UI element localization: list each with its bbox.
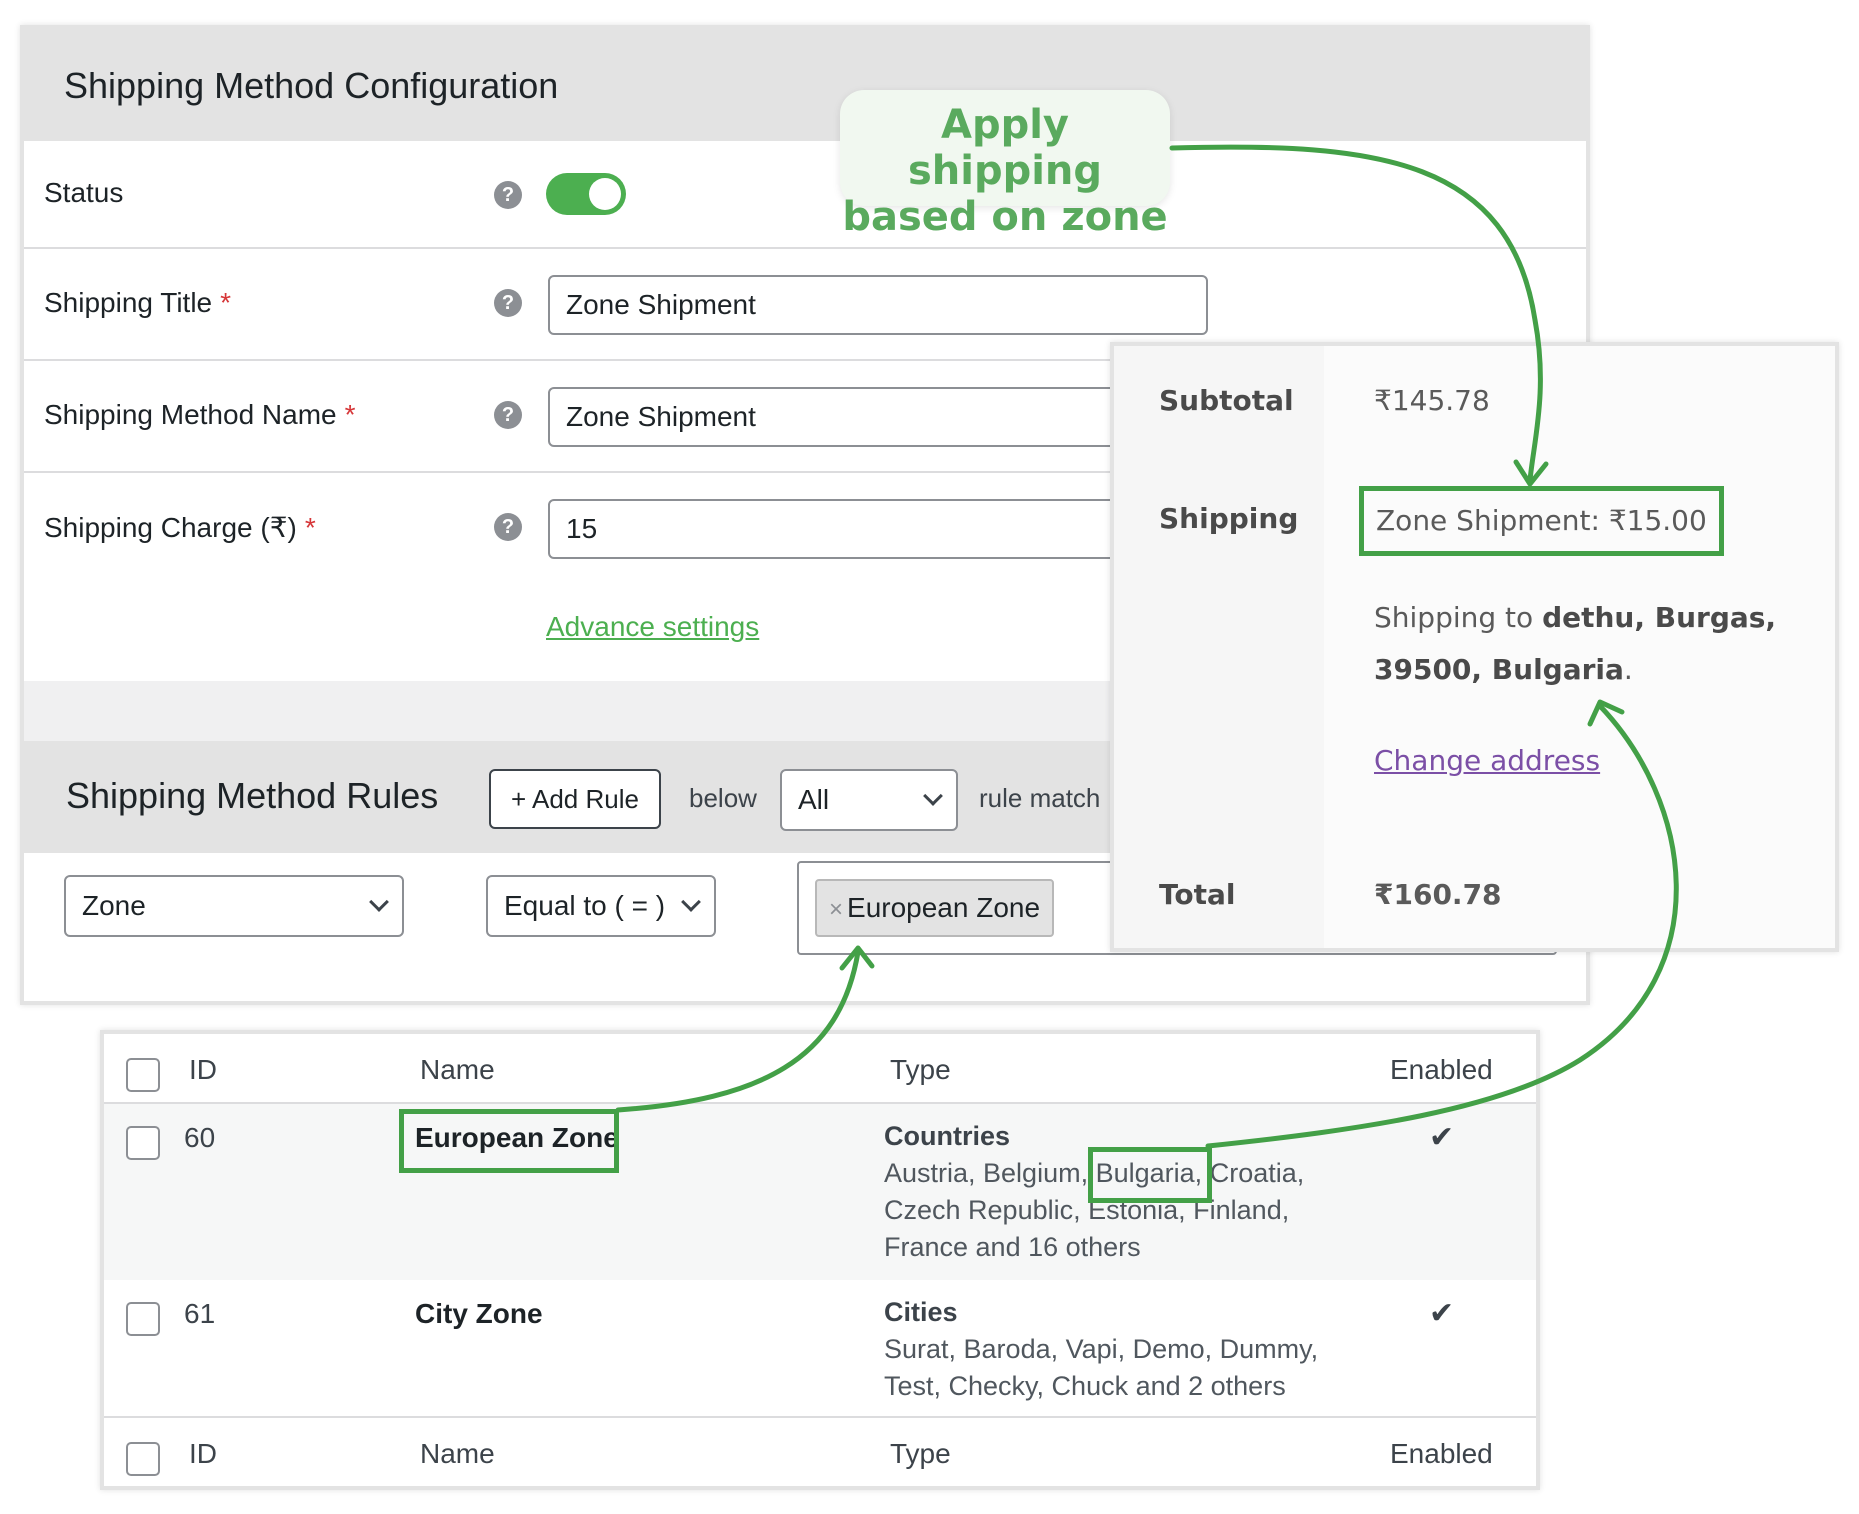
ship-to-prefix: Shipping to (1374, 601, 1534, 634)
operator-select[interactable]: Equal to ( = ) (486, 875, 716, 937)
zone-id: 60 (184, 1122, 216, 1153)
shipping-title-label: Shipping Title * (44, 287, 231, 319)
toggle-knob (589, 178, 621, 210)
chevron-down-icon (369, 892, 389, 912)
advance-settings-link[interactable]: Advance settings (546, 611, 759, 643)
col-name[interactable]: Name (420, 1438, 495, 1470)
enabled-check-icon: ✔ (1429, 1121, 1455, 1154)
condition-field-value: Zone (82, 890, 146, 921)
type-post: Croatia, (1209, 1158, 1305, 1188)
subtotal-value: ₹145.78 (1374, 384, 1490, 417)
cart-totals-card: Subtotal ₹145.78 Shipping Zone Shipment:… (1110, 342, 1839, 952)
shipping-destination: Shipping to dethu, Burgas, 39500, Bulgar… (1374, 592, 1794, 696)
callout-line2: based on zone (842, 194, 1168, 240)
col-enabled[interactable]: Enabled (1390, 1438, 1493, 1470)
table-row[interactable]: 61 City Zone Cities Surat, Baroda, Vapi,… (104, 1280, 1536, 1418)
help-icon[interactable]: ? (494, 289, 522, 317)
shipping-title-input[interactable]: Zone Shipment (548, 275, 1208, 335)
zone-type-head: Cities (884, 1297, 958, 1327)
select-all-checkbox[interactable] (126, 1442, 160, 1476)
selected-zone-tag[interactable]: × European Zone (815, 879, 1055, 937)
change-address-link[interactable]: Change address (1374, 744, 1600, 777)
subtotal-label: Subtotal (1159, 384, 1294, 417)
zone-name-link[interactable]: City Zone (415, 1298, 543, 1330)
table-footer: ID Name Type Enabled (104, 1418, 1536, 1488)
status-toggle[interactable] (546, 173, 626, 215)
col-type[interactable]: Type (890, 1438, 951, 1470)
type-pre: Austria, Belgium, (884, 1158, 1089, 1188)
callout-line1: Apply shipping (907, 102, 1103, 194)
table-header: ID Name Type Enabled (104, 1034, 1536, 1104)
required-mark: * (344, 399, 356, 430)
config-title: Shipping Method Configuration (64, 65, 559, 106)
shipping-method-value: Zone Shipment: ₹15.00 (1359, 486, 1724, 556)
match-select-value: All (798, 784, 830, 815)
add-rule-button[interactable]: + Add Rule (489, 769, 661, 829)
match-select[interactable]: All (780, 769, 958, 831)
highlight-bulgaria (1088, 1147, 1212, 1203)
zone-type-line2: Test, Checky, Chuck and 2 others (884, 1371, 1286, 1401)
help-icon[interactable]: ? (494, 401, 522, 429)
rules-title: Shipping Method Rules (66, 775, 439, 816)
highlight-zone-name (399, 1109, 619, 1173)
method-name-label: Shipping Method Name * (44, 399, 356, 431)
total-value: ₹160.78 (1374, 878, 1502, 911)
col-id[interactable]: ID (189, 1438, 217, 1470)
chevron-down-icon (923, 786, 943, 806)
col-enabled[interactable]: Enabled (1390, 1054, 1493, 1086)
row-checkbox[interactable] (126, 1302, 160, 1336)
totals-label-col (1114, 346, 1324, 948)
charge-label: Shipping Charge (₹) * (44, 511, 316, 544)
condition-field-select[interactable]: Zone (64, 875, 404, 937)
ship-to-suffix: . (1623, 653, 1633, 686)
col-id[interactable]: ID (189, 1054, 217, 1086)
help-icon[interactable]: ? (494, 181, 522, 209)
required-mark: * (220, 287, 232, 318)
row-checkbox[interactable] (126, 1126, 160, 1160)
table-row[interactable]: 60 European Zone Countries Austria, Belg… (104, 1104, 1536, 1280)
chevron-down-icon (681, 892, 701, 912)
shipping-zones-table: ID Name Type Enabled 60 European Zone Co… (100, 1030, 1540, 1490)
zone-type-list: Cities Surat, Baroda, Vapi, Demo, Dummy,… (884, 1294, 1344, 1405)
charge-label-text: Shipping Charge (₹) (44, 512, 297, 543)
status-row: Status ? (24, 141, 1586, 249)
selected-zone-label: European Zone (847, 892, 1041, 923)
remove-tag-icon[interactable]: × (829, 896, 843, 923)
col-name[interactable]: Name (420, 1054, 495, 1086)
apply-shipping-callout: Apply shipping based on zone (840, 90, 1170, 240)
zone-type-line1: Surat, Baroda, Vapi, Demo, Dummy, (884, 1334, 1319, 1364)
required-mark: * (304, 512, 316, 543)
operator-value: Equal to ( = ) (504, 890, 666, 921)
below-text: below (689, 783, 757, 813)
enabled-check-icon: ✔ (1429, 1297, 1455, 1330)
shipping-label: Shipping (1159, 502, 1299, 535)
zone-type-line3: France and 16 others (884, 1232, 1141, 1262)
zone-id: 61 (184, 1298, 216, 1329)
status-label: Status (44, 177, 124, 208)
config-header: Shipping Method Configuration (24, 29, 1586, 141)
method-name-label-text: Shipping Method Name (44, 399, 337, 430)
col-type[interactable]: Type (890, 1054, 951, 1086)
select-all-checkbox[interactable] (126, 1058, 160, 1092)
total-label: Total (1159, 878, 1236, 911)
shipping-title-label-text: Shipping Title (44, 287, 213, 318)
rule-match-text: rule match (979, 783, 1101, 813)
help-icon[interactable]: ? (494, 513, 522, 541)
